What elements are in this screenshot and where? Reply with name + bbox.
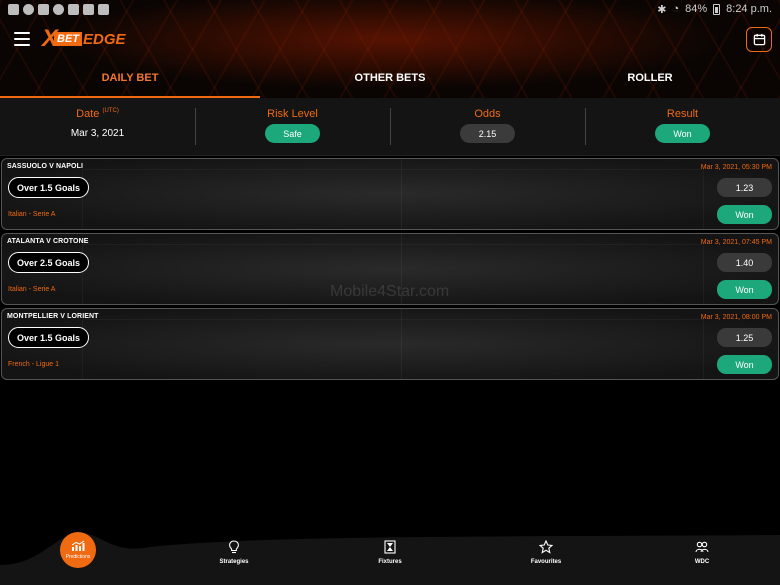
gmail-icon <box>8 3 19 15</box>
match-card[interactable]: MONTPELLIER V LORIENT Mar 3, 2021, 08:00… <box>1 308 779 380</box>
calendar-button[interactable] <box>746 27 772 52</box>
summary-date: Date (UTC) Mar 3, 2021 <box>0 98 195 155</box>
summary-odds: Odds 2.15 <box>390 98 585 155</box>
group-icon <box>695 541 709 553</box>
nav-fixtures-label: Fixtures <box>378 559 402 565</box>
match-result: Won <box>717 280 772 299</box>
nav-strategies-label: Strategies <box>219 559 249 565</box>
risk-badge: Safe <box>265 124 320 143</box>
risk-label: Risk Level <box>267 108 318 120</box>
battery-icon <box>713 3 721 15</box>
circle-icon <box>53 3 64 15</box>
status-bar: ✱ ◔ 84% 8:24 p.m. <box>0 0 780 18</box>
match-result: Won <box>717 355 772 374</box>
match-time: Mar 3, 2021, 08:00 PM <box>700 314 772 321</box>
summary-result: Result Won <box>585 98 780 155</box>
match-odds: 1.40 <box>717 253 772 272</box>
tip-badge[interactable]: Over 1.5 Goals <box>8 177 90 198</box>
heart-icon <box>83 3 94 15</box>
odds-label: Odds <box>474 108 501 120</box>
match-time: Mar 3, 2021, 07:45 PM <box>700 239 772 246</box>
tab-other-bets[interactable]: OTHER BETS <box>260 66 520 98</box>
system-icons: ✱ ◔ 84% 8:24 p.m. <box>657 3 772 16</box>
nav-predictions[interactable]: Predictions <box>60 532 96 568</box>
star-icon <box>539 540 553 554</box>
match-odds: 1.25 <box>717 328 772 347</box>
match-title: SASSUOLO V NAPOLI <box>7 163 83 170</box>
match-list: SASSUOLO V NAPOLI Mar 3, 2021, 05:30 PM … <box>0 157 780 383</box>
lightbulb-icon <box>229 540 239 554</box>
wifi-icon: ◔ <box>672 3 680 15</box>
tip-badge[interactable]: Over 2.5 Goals <box>8 252 90 273</box>
logo-bet: BET <box>54 32 83 46</box>
logo-edge: EDGE <box>83 30 126 48</box>
flag-icon <box>98 3 109 15</box>
nav-favourites-label: Favourites <box>530 559 562 565</box>
tab-bar: DAILY BET OTHER BETS ROLLER <box>0 66 780 98</box>
utc-label: (UTC) <box>102 108 119 114</box>
summary-risk: Risk Level Safe <box>195 98 390 155</box>
daily-summary: Date (UTC) Mar 3, 2021 Risk Level Safe O… <box>0 98 780 156</box>
tab-roller[interactable]: ROLLER <box>520 66 780 98</box>
league-label: Italian - Serie A <box>8 286 56 293</box>
nav-wdc-label: WDC <box>694 559 710 565</box>
nav-predictions-label: Predictions <box>65 554 91 560</box>
menu-icon[interactable] <box>14 32 30 46</box>
battery-percent: 84% <box>685 3 708 15</box>
nav-wdc[interactable]: WDC <box>672 540 732 565</box>
youtube-icon <box>68 3 79 15</box>
nav-strategies[interactable]: Strategies <box>204 540 264 565</box>
tab-daily-bet[interactable]: DAILY BET <box>0 66 260 98</box>
chat-icon <box>23 3 34 15</box>
result-badge: Won <box>655 124 710 143</box>
league-label: Italian - Serie A <box>8 211 56 218</box>
clock: 8:24 p.m. <box>726 3 772 15</box>
notification-icons <box>8 3 109 15</box>
match-odds: 1.23 <box>717 178 772 197</box>
calendar-icon <box>753 33 765 46</box>
match-title: ATALANTA V CROTONE <box>7 238 89 245</box>
watermark: Mobile4Star.com <box>330 283 450 300</box>
match-title: MONTPELLIER V LORIENT <box>7 313 99 320</box>
league-label: French - Ligue 1 <box>8 361 59 368</box>
match-card[interactable]: SASSUOLO V NAPOLI Mar 3, 2021, 05:30 PM … <box>1 158 779 230</box>
nav-favourites[interactable]: Favourites <box>516 540 576 565</box>
fixtures-icon <box>384 540 396 554</box>
bluetooth-icon: ✱ <box>657 3 667 16</box>
chart-icon <box>71 540 85 551</box>
nav-fixtures[interactable]: Fixtures <box>360 540 420 565</box>
match-result: Won <box>717 205 772 224</box>
tip-badge[interactable]: Over 1.5 Goals <box>8 327 90 348</box>
match-time: Mar 3, 2021, 05:30 PM <box>700 164 772 171</box>
app-logo: X BET EDGE <box>42 25 126 52</box>
date-value: Mar 3, 2021 <box>70 128 125 139</box>
odds-badge: 2.15 <box>460 124 515 143</box>
messages-icon <box>38 3 49 15</box>
date-label: Date (UTC) <box>76 108 119 120</box>
result-label: Result <box>666 108 699 120</box>
